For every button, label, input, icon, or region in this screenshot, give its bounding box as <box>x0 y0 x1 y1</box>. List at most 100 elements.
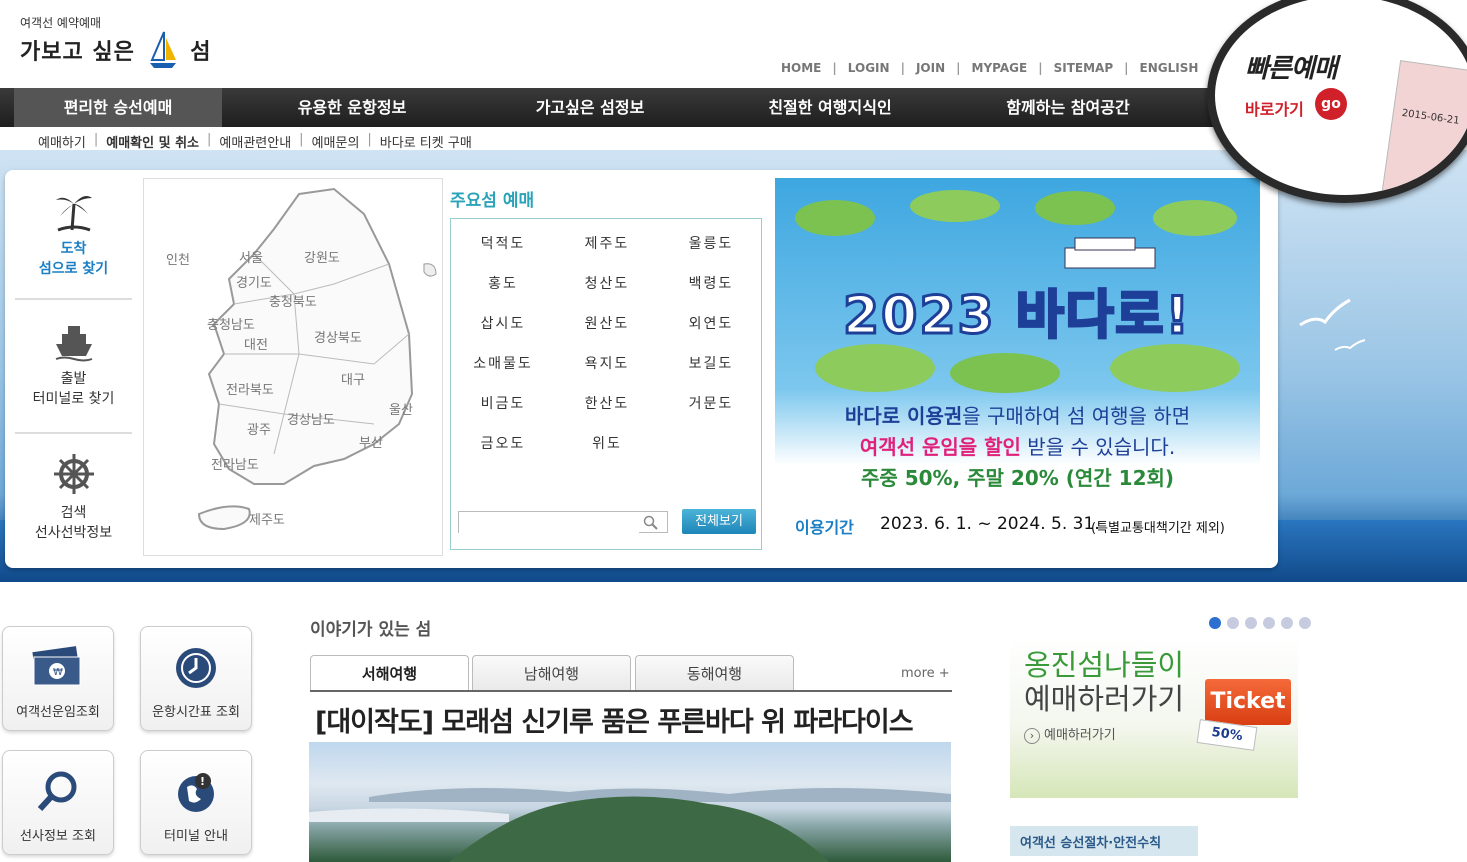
island-bigeum[interactable]: 비금도 <box>451 393 555 413</box>
island-cheongsan[interactable]: 청산도 <box>555 273 659 293</box>
search-shipping-info-tab[interactable]: 검색 선사선박정보 <box>15 452 132 542</box>
seagull-icon <box>1299 298 1366 351</box>
ongjin-banner[interactable]: 옹진섬나들이 예매하러가기 › 예매하러가기 Ticket 50% <box>1010 638 1298 798</box>
island-hansan[interactable]: 한산도 <box>555 393 659 413</box>
map-label-incheon[interactable]: 인천 <box>166 249 190 268</box>
nav-schedule-info[interactable]: 유용한 운항정보 <box>252 88 452 127</box>
banner-line2-rest: 받을 수 있습니다. <box>1020 435 1176 459</box>
island-search-field[interactable] <box>458 511 668 533</box>
subnav-booking-guide[interactable]: 예매관련안내 <box>211 132 299 151</box>
join-link[interactable]: JOIN <box>905 61 956 75</box>
nav-booking[interactable]: 편리한 승선예매 <box>14 88 222 127</box>
island-geomun[interactable]: 거문도 <box>659 393 763 413</box>
banner-period-value: 2023. 6. 1. ~ 2024. 5. 31. <box>880 514 1100 534</box>
island-jeju[interactable]: 제주도 <box>555 233 659 253</box>
map-label-gyeongbuk[interactable]: 경상북도 <box>314 327 362 346</box>
carousel-dot[interactable] <box>1209 617 1221 629</box>
subnav-inquiry[interactable]: 예매문의 <box>304 132 368 151</box>
top-links: HOME | LOGIN | JOIN | MYPAGE | SITEMAP | ENGL… <box>770 61 1209 75</box>
mypage-link[interactable]: MYPAGE <box>961 61 1039 75</box>
banner-title: 2023 바다로! <box>841 285 1192 348</box>
search-tab-3-line1: 검색 <box>60 505 87 521</box>
tab-south-sea[interactable]: 남해여행 <box>472 655 631 691</box>
banner-period-note: (특별교통대책기간 제외) <box>1091 521 1225 536</box>
map-label-gwangju[interactable]: 광주 <box>247 419 271 438</box>
subnav-confirm-cancel[interactable]: 예매확인 및 취소 <box>98 132 207 151</box>
login-link[interactable]: LOGIN <box>837 61 901 75</box>
map-label-seoul[interactable]: 서울 <box>239 247 263 266</box>
svg-text:₩: ₩ <box>53 667 63 678</box>
island-wi[interactable]: 위도 <box>555 433 659 453</box>
map-label-daejeon[interactable]: 대전 <box>244 334 268 353</box>
shipping-company-button[interactable]: 선사정보 조회 <box>2 750 114 855</box>
tab-east-sea[interactable]: 동해여행 <box>635 655 794 691</box>
fare-inquiry-button[interactable]: ₩ 여객선운임조회 <box>2 626 114 731</box>
map-label-daegu[interactable]: 대구 <box>341 369 365 388</box>
island-ulleung[interactable]: 울릉도 <box>659 233 763 253</box>
map-label-busan[interactable]: 부산 <box>359 432 383 451</box>
map-label-chungnam[interactable]: 충청남도 <box>207 314 255 333</box>
island-oeyeon[interactable]: 외연도 <box>659 313 763 333</box>
nav-island-info[interactable]: 가고싶은 섬정보 <box>490 88 690 127</box>
view-all-button[interactable]: 전체보기 <box>682 509 756 534</box>
island-wonsan[interactable]: 원산도 <box>555 313 659 333</box>
sub-nav: 예매하기 | 예매확인 및 취소 | 예매관련안내 | 예매문의 | 바다로 티켓 구매 <box>30 132 480 151</box>
story-headline[interactable]: [대이작도] 모래섬 신기루 품은 푸른바다 위 파라다이스 <box>315 700 914 739</box>
island-photo <box>309 788 951 862</box>
quick-go-label[interactable]: 바로가기 <box>1245 96 1304 120</box>
island-yokji[interactable]: 욕지도 <box>555 353 659 373</box>
search-tab-2-line1: 출발 <box>60 371 87 387</box>
carousel-dot[interactable] <box>1245 617 1257 629</box>
carousel-dot[interactable] <box>1281 617 1293 629</box>
map-label-jeju[interactable]: 제주도 <box>249 509 285 528</box>
search-icon[interactable] <box>643 515 659 531</box>
logo-subtitle: 여객선 예약예매 <box>20 16 102 30</box>
map-label-gyeongnam[interactable]: 경상남도 <box>287 409 335 428</box>
ship-icon <box>55 326 92 362</box>
island-baengnyeong[interactable]: 백령도 <box>659 273 763 293</box>
carousel-dot[interactable] <box>1227 617 1239 629</box>
island-somaemul[interactable]: 소매물도 <box>451 353 555 373</box>
tab-west-sea[interactable]: 서해여행 <box>310 655 469 691</box>
island-geumo[interactable]: 금오도 <box>451 433 555 453</box>
english-link[interactable]: ENGLISH <box>1129 61 1210 75</box>
svg-text:!: ! <box>200 775 205 788</box>
timetable-label: 운항시간표 조회 <box>152 705 240 720</box>
map-label-gyeonggi[interactable]: 경기도 <box>236 272 272 291</box>
map-label-gangwon[interactable]: 강원도 <box>304 247 340 266</box>
subnav-booking[interactable]: 예매하기 <box>30 132 94 151</box>
ongjin-link[interactable]: › 예매하러가기 <box>1024 724 1116 744</box>
nav-travel-knowledge[interactable]: 친절한 여행지식인 <box>730 88 930 127</box>
carousel-dot[interactable] <box>1299 617 1311 629</box>
promo-banner[interactable]: 2023 바다로! 바다로 이용권을 구매하여 섬 여행을 하면 여객선 운임을… <box>775 178 1260 561</box>
korea-map[interactable]: 인천 서울 강원도 경기도 충청북도 충청남도 대전 경상북도 대구 전라북도 … <box>143 178 443 556</box>
logo[interactable]: 가보고 싶은 섬 <box>20 30 211 76</box>
search-by-terminal-tab[interactable]: 출발 터미널로 찾기 <box>15 322 132 408</box>
map-label-ulsan[interactable]: 울산 <box>389 399 413 418</box>
map-label-chungbuk[interactable]: 충청북도 <box>269 291 317 310</box>
logo-title-2: 섬 <box>190 40 212 65</box>
nav-participation[interactable]: 함께하는 참여공간 <box>968 88 1168 127</box>
carousel-dot[interactable] <box>1263 617 1275 629</box>
logo-title-1: 가보고 싶은 <box>20 40 135 65</box>
terminal-guide-button[interactable]: ! 터미널 안내 <box>140 750 252 855</box>
subnav-ticket-purchase[interactable]: 바다로 티켓 구매 <box>372 132 480 151</box>
home-link[interactable]: HOME <box>770 61 832 75</box>
island-hong[interactable]: 홍도 <box>451 273 555 293</box>
island-bogil[interactable]: 보길도 <box>659 353 763 373</box>
story-image[interactable] <box>309 742 951 862</box>
map-label-jeonbuk[interactable]: 전라북도 <box>226 379 274 398</box>
quick-go-button[interactable]: go <box>1315 88 1347 120</box>
sitemap-link[interactable]: SITEMAP <box>1043 61 1125 75</box>
island-search-input[interactable] <box>459 512 639 533</box>
island-sapsi[interactable]: 삽시도 <box>451 313 555 333</box>
banner-period-label: 이용기간 <box>795 518 854 537</box>
carousel-dots <box>1209 617 1311 629</box>
map-label-jeonnam[interactable]: 전라남도 <box>211 454 259 473</box>
search-tab-3-line2: 선사선박정보 <box>34 525 113 541</box>
safety-guide-banner[interactable]: 여객선 승선절차·안전수칙 <box>1010 826 1198 856</box>
island-deokjeok[interactable]: 덕적도 <box>451 233 555 253</box>
timetable-button[interactable]: 운항시간표 조회 <box>140 626 252 731</box>
more-link[interactable]: more + <box>901 666 950 681</box>
search-by-island-tab[interactable]: 도착 섬으로 찾기 <box>15 190 132 278</box>
